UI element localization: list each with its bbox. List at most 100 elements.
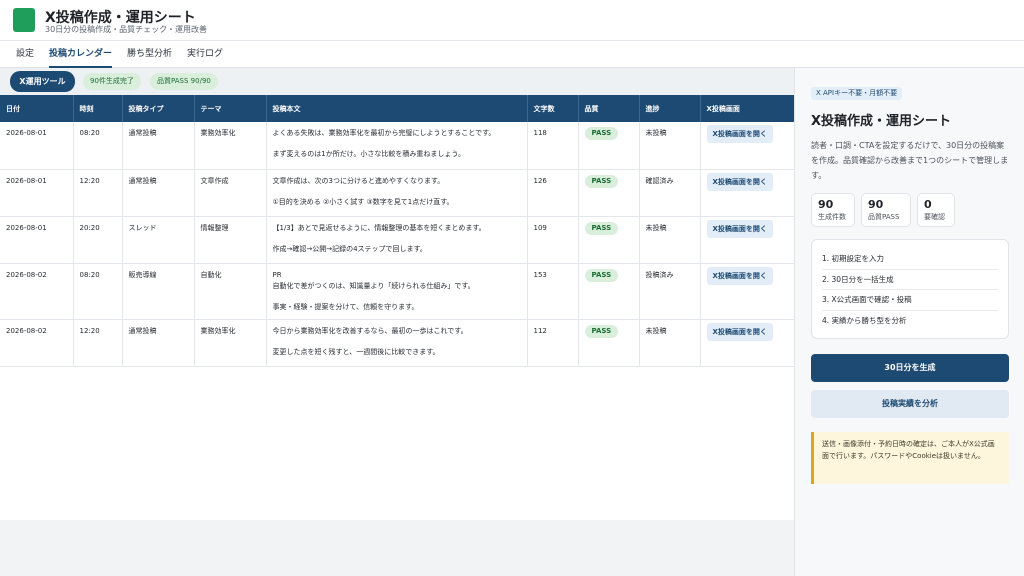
progress-cell[interactable]: 投稿済み [639,263,701,320]
progress-cell[interactable]: 確認済み [639,169,701,217]
table-row: 2026-08-02 12:20 通常投稿 業務効率化 今日から業務効率化を改善するなら… [0,319,795,367]
quality-cell: PASS [578,263,640,320]
column-header[interactable]: 文字数 [527,95,579,122]
type-cell: 通常投稿 [122,319,195,367]
stat-generated: 90 生成件数 [811,193,855,227]
x-tool-button[interactable]: X運用ツール [10,71,75,92]
date-cell: 2026-08-02 [0,319,74,367]
side-title: X投稿作成・運用シート [811,114,952,129]
toolbar: X運用ツール 90件生成完了 品質PASS 90/90 [0,68,794,95]
column-header[interactable]: 投稿タイプ [122,95,195,122]
tab-analysis[interactable]: 勝ち型分析 [127,41,172,68]
post-body-paragraph: PR 自動化で差がつくのは、知識量より「続けられる仕組み」です。 [272,270,475,290]
notice-box: 送信・画像添付・予約日時の確定は、ご本人がX公式画面で行います。パスワードやCo… [811,432,1009,484]
open-x-post-button[interactable]: X投稿画面を開く [706,125,773,143]
table-row: 2026-08-02 08:20 販売導線 自動化 PR 自動化で差がつくのは、知識量よ… [0,263,795,320]
column-header[interactable]: 投稿本文 [266,95,528,122]
quality-pass-badge: PASS [584,324,619,338]
open-x-post-button[interactable]: X投稿画面を開く [706,322,773,341]
theme-cell: 業務効率化 [194,122,267,170]
table-row: 2026-08-01 12:20 通常投稿 文章作成 文章作成は、次の3つに分けると進め… [0,169,795,217]
post-body-cell[interactable]: よくある失敗は、業務効率化を最初から完璧にしようとすることです。 まず変えるのは1… [266,122,528,170]
post-body-paragraph: 事実・経験・提案を分けて、信頼を守ります。 [272,302,419,311]
char-count-cell: 112 [527,319,579,367]
column-header[interactable]: X投稿画面 [700,95,795,122]
tab-calendar[interactable]: 投稿カレンダー [49,41,113,68]
char-count-cell: 153 [527,263,579,320]
steps-card: 1. 初期設定を入力 2. 30日分を一括生成 3. X公式画面で確認・投稿 4… [811,239,1009,339]
progress-cell[interactable]: 未投稿 [639,122,701,170]
tab-bar: 設定 投稿カレンダー 勝ち型分析 実行ログ [0,41,1024,68]
main-panel: X運用ツール 90件生成完了 品質PASS 90/90 日付 時刻 投稿タイプ … [0,68,795,520]
side-panel: X APIキー不要・月額不要 X投稿作成・運用シート 読者・口調・CTAを設定す… [794,68,1024,576]
tab-settings[interactable]: 設定 [16,41,34,68]
app-logo [13,8,35,32]
type-cell: 通常投稿 [122,122,195,170]
header: X投稿作成・運用シート 30日分の投稿作成・品質チェック・運用改善 [0,0,1024,41]
post-body-paragraph: まず変えるのは1か所だけ。小さな比較を積み重ねましょう。 [272,150,465,158]
char-count-cell: 126 [527,169,579,217]
post-body-cell[interactable]: 【1/3】あとで見返せるように、情報整理の基本を短くまとめます。 作成→確認→公開… [266,216,528,264]
quality-pass-badge: PASS [584,268,619,282]
tab-log[interactable]: 実行ログ [187,41,223,68]
time-cell: 12:20 [73,169,123,217]
column-header[interactable]: テーマ [194,95,267,122]
column-header[interactable]: 時刻 [73,95,123,122]
time-cell: 12:20 [73,319,123,367]
time-cell: 20:20 [73,216,123,264]
time-cell: 08:20 [73,263,123,320]
post-calendar-table: 日付 時刻 投稿タイプ テーマ 投稿本文 文字数 品質 進捗 X投稿画面 202… [0,95,795,367]
open-cell: X投稿画面を開く [700,263,795,320]
step-item: 2. 30日分を一括生成 [822,270,998,290]
analyze-results-button[interactable]: 投稿実績を分析 [811,390,1009,418]
stat-value: 0 [924,198,932,211]
time-cell: 08:20 [73,122,123,170]
char-count-cell: 118 [527,122,579,170]
theme-cell: 業務効率化 [194,319,267,367]
open-cell: X投稿画面を開く [700,122,795,170]
post-body-paragraph: 今日から業務効率化を改善するなら、最初の一歩はこれです。 [272,326,468,335]
quality-cell: PASS [578,169,640,217]
type-cell: スレッド [122,216,195,264]
side-description: 読者・口調・CTAを設定するだけで、30日分の投稿案を作成。品質確認から改善まで… [811,141,1009,180]
quality-pass-badge: PASS [584,221,619,235]
open-x-post-button[interactable]: X投稿画面を開く [706,172,773,191]
step-item: 1. 初期設定を入力 [822,249,998,270]
date-cell: 2026-08-01 [0,122,74,170]
post-body-paragraph: よくある失敗は、業務効率化を最初から完璧にしようとすることです。 [272,129,496,137]
theme-cell: 自動化 [194,263,267,320]
table-header-row: 日付 時刻 投稿タイプ テーマ 投稿本文 文字数 品質 進捗 X投稿画面 [0,95,795,122]
post-body-cell[interactable]: 文章作成は、次の3つに分けると進めやすくなります。 ①目的を決める ②小さく試す … [266,169,528,217]
open-x-post-button[interactable]: X投稿画面を開く [706,266,773,285]
api-free-badge: X APIキー不要・月額不要 [811,87,903,100]
generate-30-days-button[interactable]: 30日分を生成 [811,354,1009,382]
app-subtitle: 30日分の投稿作成・品質チェック・運用改善 [45,25,208,34]
post-body-paragraph: 【1/3】あとで見返せるように、情報整理の基本を短くまとめます。 [272,223,486,232]
stat-label: 品質PASS [868,213,900,221]
column-header[interactable]: 日付 [0,95,74,122]
open-x-post-button[interactable]: X投稿画面を開く [706,219,773,238]
char-count-cell: 109 [527,216,579,264]
post-body-paragraph: ①目的を決める ②小さく試す ③数字を見て1点だけ直す。 [272,197,454,206]
quality-badge: 品質PASS 90/90 [150,73,218,90]
date-cell: 2026-08-01 [0,216,74,264]
stat-label: 生成件数 [818,213,846,221]
quality-cell: PASS [578,122,640,170]
post-body-cell[interactable]: PR 自動化で差がつくのは、知識量より「続けられる仕組み」です。事実・経験・提案… [266,263,528,320]
progress-cell[interactable]: 未投稿 [639,319,701,367]
date-cell: 2026-08-01 [0,169,74,217]
stat-pass: 90 品質PASS [861,193,911,227]
theme-cell: 文章作成 [194,169,267,217]
column-header[interactable]: 品質 [578,95,640,122]
column-header[interactable]: 進捗 [639,95,701,122]
table-row: 2026-08-01 20:20 スレッド 情報整理 【1/3】あとで見返せるように、情… [0,216,795,264]
progress-cell[interactable]: 未投稿 [639,216,701,264]
step-item: 4. 実績から勝ち型を分析 [822,315,907,325]
post-body-cell[interactable]: 今日から業務効率化を改善するなら、最初の一歩はこれです。 変更した点を短く残すと、… [266,319,528,367]
open-cell: X投稿画面を開く [700,216,795,264]
stat-value: 90 [818,198,834,211]
type-cell: 通常投稿 [122,169,195,217]
generated-badge: 90件生成完了 [83,73,141,90]
step-item: 3. X公式画面で確認・投稿 [822,290,998,311]
post-body-paragraph: 変更した点を短く残すと、一週間後に比較できます。 [272,347,440,356]
